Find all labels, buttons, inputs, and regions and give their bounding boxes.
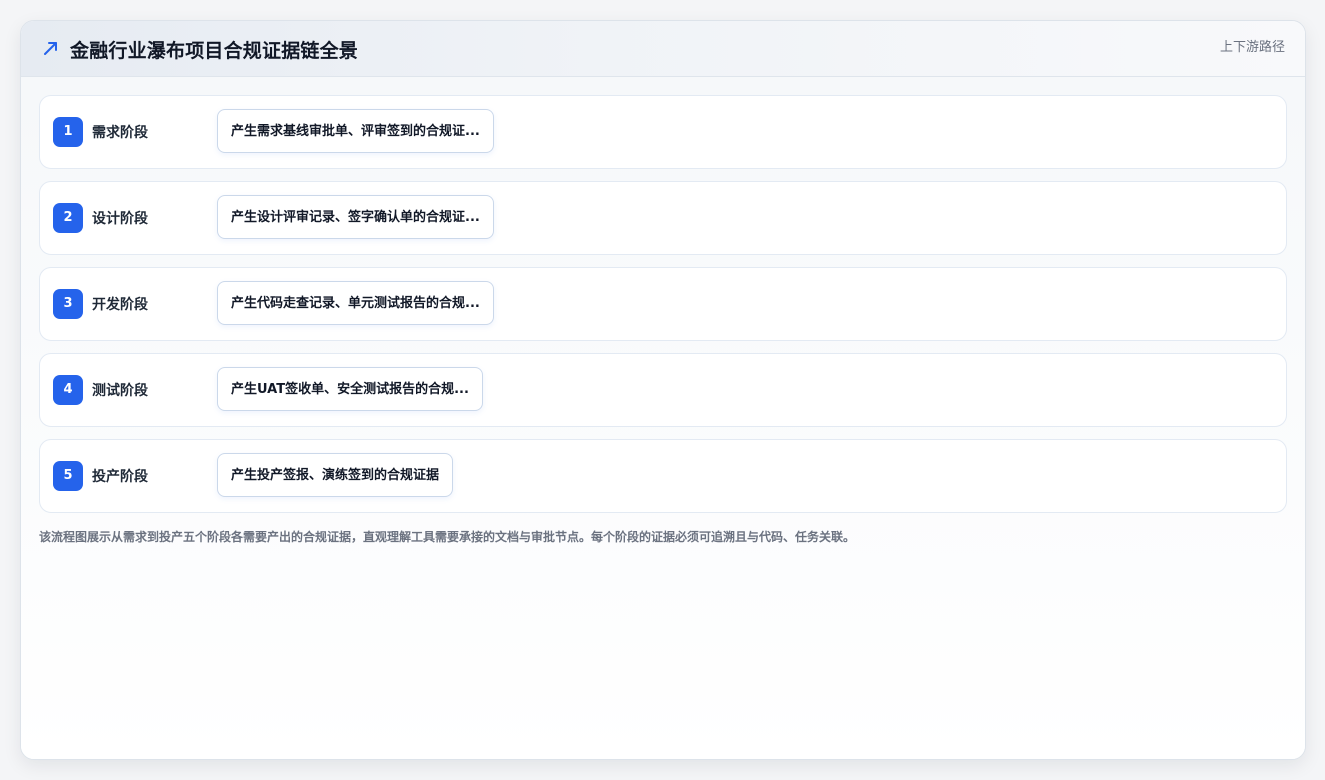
stage-label: 需求阶段 — [92, 125, 148, 141]
evidence-chip[interactable]: 产生投产签报、演练签到的合规证据 — [217, 453, 454, 497]
stage-label: 测试阶段 — [92, 383, 148, 399]
stage-label: 投产阶段 — [92, 469, 148, 485]
stage-number-badge: 2 — [53, 203, 83, 233]
evidence-chip[interactable]: 产生需求基线审批单、评审签到的合规证... — [217, 109, 494, 153]
stage-row-requirements: 1 需求阶段 产生需求基线审批单、评审签到的合规证... — [39, 95, 1287, 169]
stage-number-badge: 3 — [53, 289, 83, 319]
stage-label: 开发阶段 — [92, 297, 148, 313]
stage-row-testing: 4 测试阶段 产生UAT签收单、安全测试报告的合规... — [39, 353, 1287, 427]
card-header: 金融行业瀑布项目合规证据链全景 上下游路径 — [21, 21, 1305, 77]
evidence-chip[interactable]: 产生设计评审记录、签字确认单的合规证... — [217, 195, 494, 239]
stage-row-production: 5 投产阶段 产生投产签报、演练签到的合规证据 — [39, 439, 1287, 513]
flow-body: 1 需求阶段 产生需求基线审批单、评审签到的合规证... 2 设计阶段 产生设计… — [21, 77, 1305, 759]
stage-label: 设计阶段 — [92, 211, 148, 227]
stage-number-badge: 4 — [53, 375, 83, 405]
page-title: 金融行业瀑布项目合规证据链全景 — [70, 40, 359, 62]
evidence-chip[interactable]: 产生UAT签收单、安全测试报告的合规... — [217, 367, 483, 411]
upstream-downstream-link[interactable]: 上下游路径 — [1220, 36, 1285, 55]
stage-row-development: 3 开发阶段 产生代码走查记录、单元测试报告的合规... — [39, 267, 1287, 341]
compliance-evidence-card: 金融行业瀑布项目合规证据链全景 上下游路径 1 需求阶段 产生需求基线审批单、评… — [20, 20, 1306, 760]
stage-row-design: 2 设计阶段 产生设计评审记录、签字确认单的合规证... — [39, 181, 1287, 255]
flow-caption: 该流程图展示从需求到投产五个阶段各需要产出的合规证据，直观理解工具需要承接的文档… — [39, 530, 856, 544]
trend-arrow-icon — [44, 42, 57, 55]
stage-number-badge: 1 — [53, 117, 83, 147]
evidence-chip[interactable]: 产生代码走查记录、单元测试报告的合规... — [217, 281, 494, 325]
stage-number-badge: 5 — [53, 461, 83, 491]
